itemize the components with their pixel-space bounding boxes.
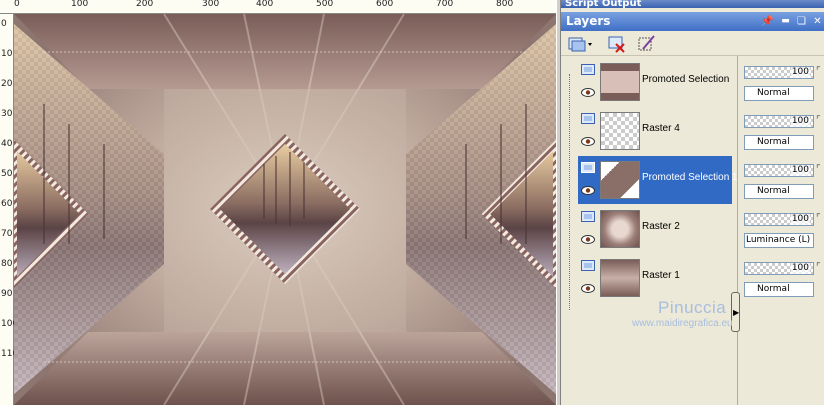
ruler-label: 0 [1, 19, 7, 29]
layer-props-row: 100 ⌜ Normal [742, 62, 824, 110]
eye-icon[interactable] [581, 186, 595, 195]
layer-name: Promoted Selection [642, 74, 730, 85]
opacity-lock-icon[interactable]: ⌜ [816, 164, 821, 175]
ruler-label: 10 [1, 49, 13, 59]
ruler-label: 300 [202, 0, 220, 9]
ruler-label: 500 [316, 0, 334, 9]
opacity-slider[interactable]: 100 [744, 213, 814, 226]
edit-selection-button[interactable] [637, 34, 657, 53]
script-output-titlebar[interactable]: Script Output [561, 0, 824, 8]
layer-name: Raster 1 [642, 270, 680, 281]
ruler-left: 0 10 20 30 40 50 60 70 80 90 100 110 [0, 14, 18, 405]
eye-icon[interactable] [581, 235, 595, 244]
layer-row-raster-2[interactable]: Raster 2 [578, 205, 732, 253]
canvas-area[interactable]: 0 100 200 300 400 500 600 700 800 0 10 2… [0, 0, 558, 405]
layer-thumbnail [600, 63, 640, 101]
script-output-title: Script Output [565, 0, 642, 8]
watermark-name: Pinuccia [658, 298, 727, 317]
expand-arrow-icon[interactable]: ▶ [733, 308, 739, 317]
layers-title: Layers [566, 14, 611, 28]
layer-visibility-icon[interactable] [581, 260, 595, 271]
layer-properties-panel: 100 ⌜ Normal 100 ⌜ Normal 100 ⌜ Normal 1… [737, 56, 824, 405]
opacity-value: 100 [790, 116, 810, 127]
ruler-label: 600 [376, 0, 394, 9]
new-layer-icon [568, 37, 592, 52]
layer-thumbnail [600, 161, 640, 199]
opacity-slider[interactable]: 100 [744, 262, 814, 275]
eye-icon[interactable] [581, 284, 595, 293]
layer-name: Raster 2 [642, 221, 680, 232]
opacity-slider[interactable]: 100 [744, 164, 814, 177]
tree-connector [569, 74, 571, 310]
eye-icon[interactable] [581, 137, 595, 146]
layer-list: Promoted Selection Raster 4 Promoted Sel… [561, 56, 738, 405]
opacity-slider[interactable]: 100 [744, 115, 814, 128]
ruler-label: 80 [1, 259, 13, 269]
close-icon[interactable]: ✕ [811, 15, 824, 28]
ruler-top: 0 100 200 300 400 500 600 700 800 [0, 0, 558, 14]
blend-mode-select[interactable]: Normal [744, 86, 814, 101]
layer-props-row: 100 ⌜ Normal [742, 258, 824, 306]
layer-visibility-icon[interactable] [581, 113, 595, 124]
ruler-label: 70 [1, 229, 13, 239]
ruler-label: 50 [1, 169, 13, 179]
layer-row-raster-4[interactable]: Raster 4 [578, 107, 732, 155]
layer-props-row: 100 ⌜ Normal [742, 160, 824, 208]
ruler-label: 700 [436, 0, 454, 9]
opacity-lock-icon[interactable]: ⌜ [816, 213, 821, 224]
delete-layer-button[interactable] [607, 34, 627, 53]
layer-thumbnail [600, 259, 640, 297]
blend-mode-select[interactable]: Luminance (L) [744, 233, 814, 248]
ruler-label: 90 [1, 289, 13, 299]
opacity-value: 100 [790, 67, 810, 78]
layer-visibility-icon[interactable] [581, 162, 595, 173]
eye-icon[interactable] [581, 88, 595, 97]
layer-props-row: 100 ⌜ Luminance (L) [742, 209, 824, 257]
layer-row-raster-1[interactable]: Raster 1 [578, 254, 732, 302]
layers-toolbar [561, 31, 824, 56]
ruler-label: 800 [496, 0, 514, 9]
opacity-lock-icon[interactable]: ⌜ [816, 262, 821, 273]
layer-name: Raster 4 [642, 123, 680, 134]
watermark-url: www.maidiregrafica.eu [632, 318, 733, 329]
layer-row-promoted-selection-1[interactable]: Promoted Selection 1 [578, 156, 738, 204]
blend-mode-select[interactable]: Normal [744, 135, 814, 150]
ruler-label: 100 [71, 0, 89, 9]
blend-mode-select[interactable]: Normal [744, 184, 814, 199]
restore-icon[interactable]: ❏ [795, 15, 808, 28]
edit-selection-icon [638, 35, 655, 51]
opacity-slider[interactable]: 100 [744, 66, 814, 79]
opacity-lock-icon[interactable]: ⌜ [816, 66, 821, 77]
layer-thumbnail [600, 112, 640, 150]
new-layer-button[interactable] [567, 34, 593, 53]
layer-visibility-icon[interactable] [581, 211, 595, 222]
layer-visibility-icon[interactable] [581, 64, 595, 75]
opacity-value: 100 [790, 214, 810, 225]
ruler-label: 20 [1, 79, 13, 89]
layer-thumbnail [600, 210, 640, 248]
layer-row-promoted-selection[interactable]: Promoted Selection [578, 58, 732, 106]
dropdown-icon[interactable]: ▬ [779, 15, 792, 28]
ruler-label: 0 [14, 0, 20, 9]
opacity-lock-icon[interactable]: ⌜ [816, 115, 821, 126]
layer-name: Promoted Selection 1 [642, 172, 738, 183]
pin-icon[interactable]: 📌 [761, 15, 774, 28]
opacity-value: 100 [790, 165, 810, 176]
ruler-label: 60 [1, 199, 13, 209]
ruler-label: 40 [1, 139, 13, 149]
ruler-label: 200 [136, 0, 154, 9]
ruler-label: 400 [256, 0, 274, 9]
layers-titlebar[interactable]: Layers 📌 ▬ ❏ ✕ [561, 12, 824, 31]
ruler-label: 30 [1, 109, 13, 119]
artwork-image [14, 14, 556, 405]
layer-props-row: 100 ⌜ Normal [742, 111, 824, 159]
blend-mode-select[interactable]: Normal [744, 282, 814, 297]
opacity-value: 100 [790, 263, 810, 274]
delete-layer-icon [608, 36, 625, 53]
